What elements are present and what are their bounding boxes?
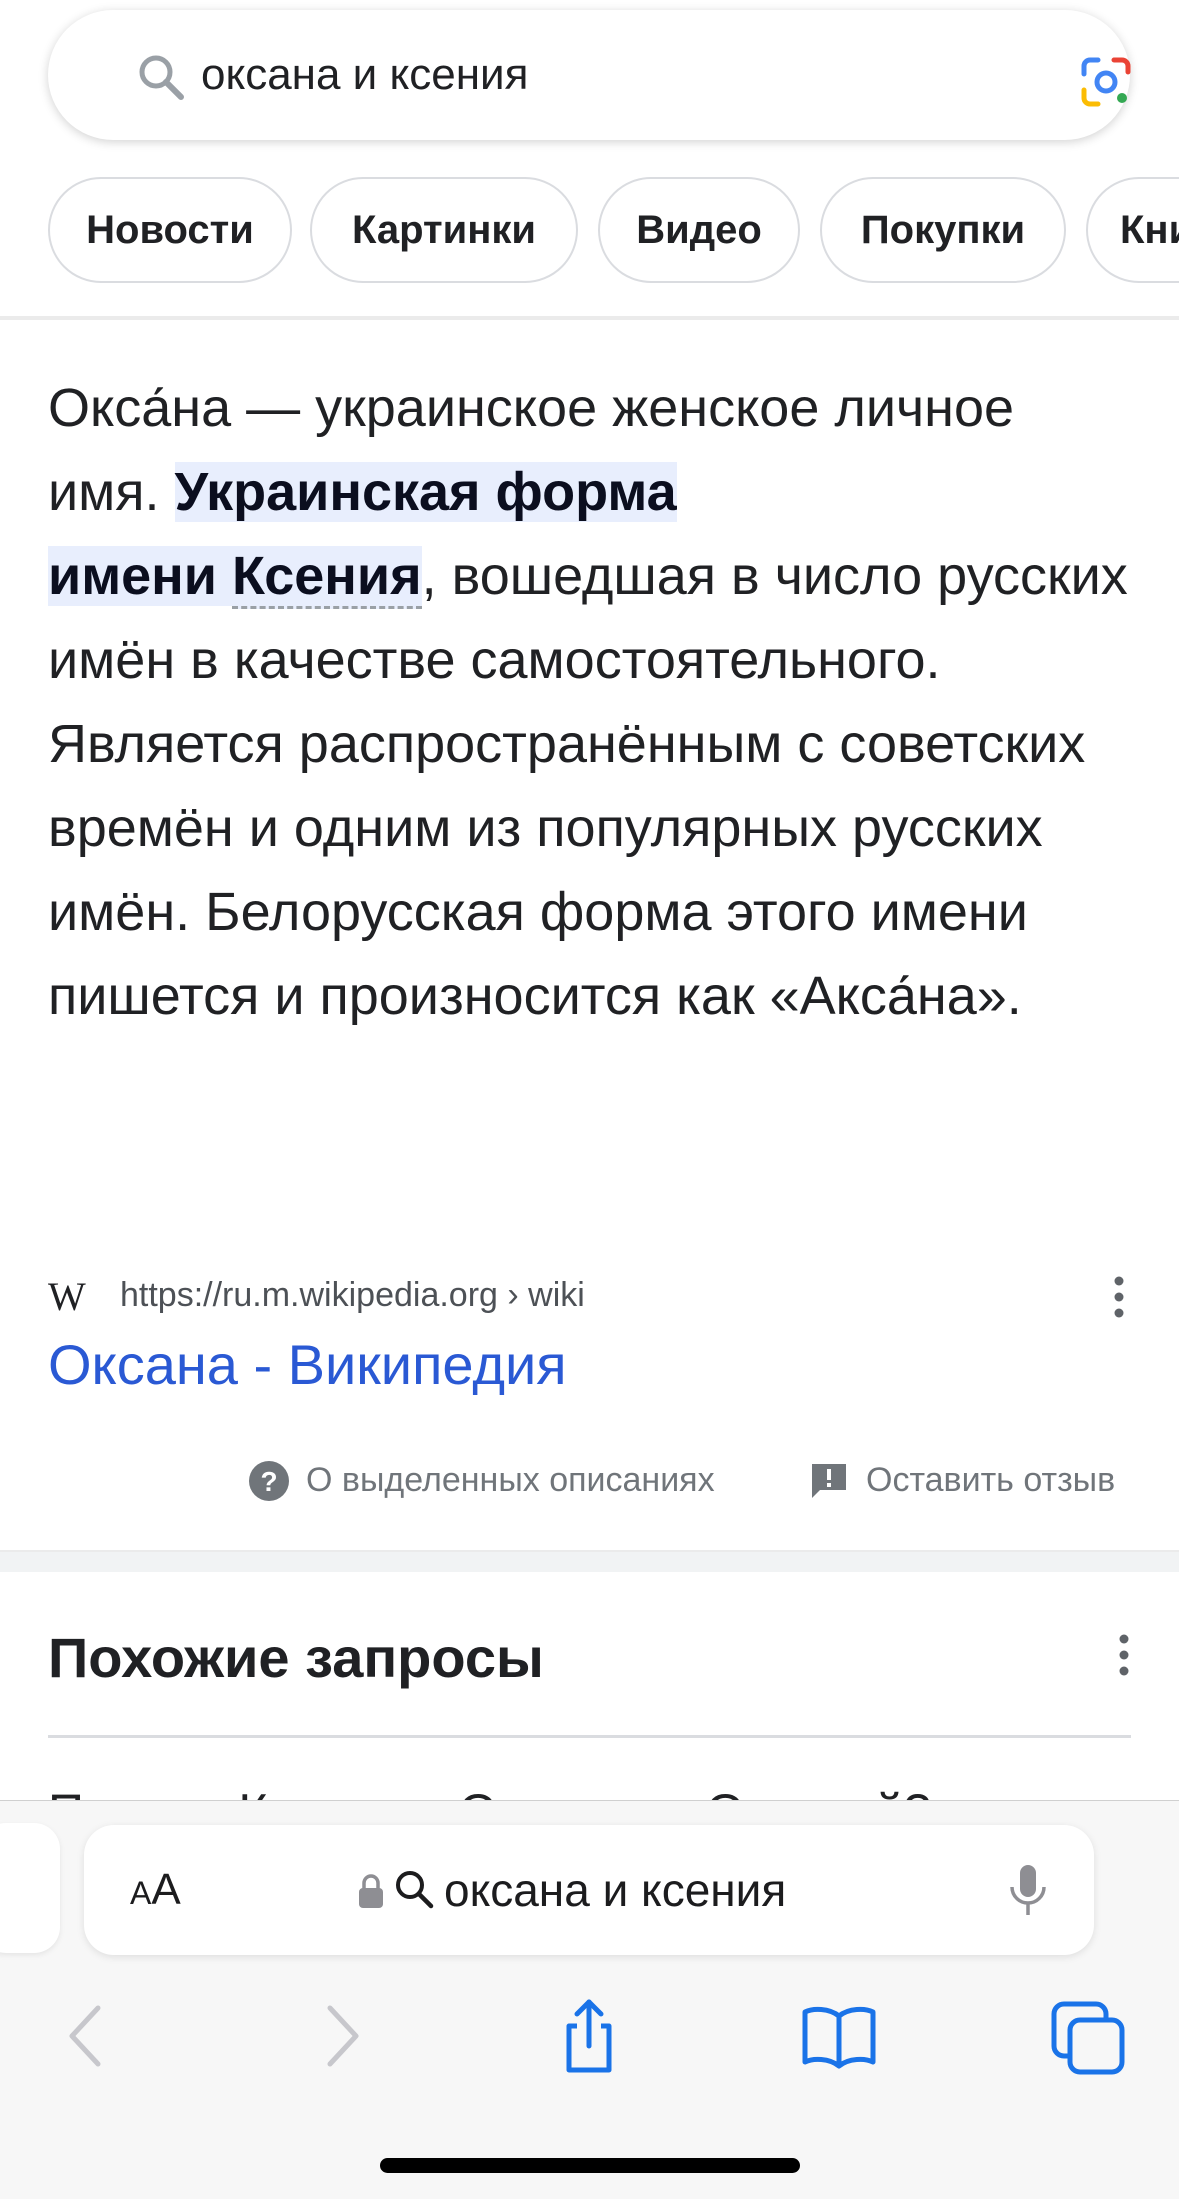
- snippet-text-2: , вошедшая в число русских имён в качест…: [48, 546, 1128, 1026]
- google-lens-icon[interactable]: [1076, 52, 1136, 112]
- forward-icon[interactable]: [302, 1996, 382, 2076]
- snippet-highlight-1: Украинская форма: [174, 462, 677, 522]
- related-search-item[interactable]: Почему Ксения и Оксана — Оксаной?: [48, 1772, 1138, 1800]
- divider: [0, 316, 1179, 320]
- more-vert-icon[interactable]: [1112, 1275, 1126, 1319]
- snippet-highlight-2a: имени: [48, 546, 232, 606]
- bookmarks-icon[interactable]: [799, 1996, 879, 2076]
- result-url: https://ru.m.wikipedia.org › wiki: [120, 1276, 585, 1314]
- back-icon[interactable]: [46, 1996, 126, 2076]
- snippet-highlight-2b[interactable]: Ксения: [232, 546, 422, 609]
- browser-toolbar: AA оксана и ксения: [0, 1800, 1179, 2199]
- chip-video[interactable]: Видео: [598, 177, 800, 283]
- chip-shopping[interactable]: Покупки: [820, 177, 1066, 283]
- result-source[interactable]: W https://ru.m.wikipedia.org › wiki: [48, 1265, 1138, 1325]
- microphone-icon[interactable]: [1008, 1863, 1048, 1919]
- about-featured-snippets-label: О выделенных описаниях: [306, 1461, 715, 1499]
- address-text[interactable]: оксана и ксения: [444, 1825, 786, 1955]
- reader-settings-button[interactable]: AA: [130, 1825, 181, 1958]
- svg-text:?: ?: [260, 1466, 277, 1497]
- previous-tab-peek[interactable]: [0, 1823, 60, 1953]
- chip-images[interactable]: Картинки: [310, 177, 578, 283]
- home-indicator: [380, 2158, 800, 2173]
- featured-snippet: Окса́на — украинское женское личное имя.…: [48, 366, 1138, 1038]
- result-title-link[interactable]: Оксана - Википедия: [48, 1325, 567, 1405]
- chip-books[interactable]: Кни: [1086, 177, 1179, 283]
- feedback-icon: [812, 1464, 846, 1498]
- search-query[interactable]: оксана и ксения: [201, 10, 528, 140]
- filter-chips: Новости Картинки Видео Покупки Кни: [48, 177, 1179, 285]
- divider: [48, 1735, 1131, 1738]
- search-bar[interactable]: оксана и ксения: [48, 10, 1131, 140]
- chip-news[interactable]: Новости: [48, 177, 292, 283]
- section-separator: [0, 1550, 1179, 1572]
- share-icon[interactable]: [549, 1996, 629, 2076]
- tabs-icon[interactable]: [1048, 1996, 1128, 2076]
- more-vert-icon[interactable]: [1117, 1633, 1131, 1677]
- lock-icon: [359, 1874, 383, 1908]
- wikipedia-logo-icon: W: [48, 1274, 86, 1319]
- feedback-label: Оставить отзыв: [866, 1461, 1116, 1499]
- related-searches-title: Похожие запросы: [48, 1626, 544, 1689]
- feedback-row: ? О выделенных описаниях Оставить отзыв: [0, 1450, 1179, 1510]
- address-bar[interactable]: AA оксана и ксения: [84, 1825, 1094, 1955]
- help-icon: ?: [249, 1461, 289, 1501]
- search-icon: [139, 55, 184, 100]
- search-icon: [396, 1871, 434, 1909]
